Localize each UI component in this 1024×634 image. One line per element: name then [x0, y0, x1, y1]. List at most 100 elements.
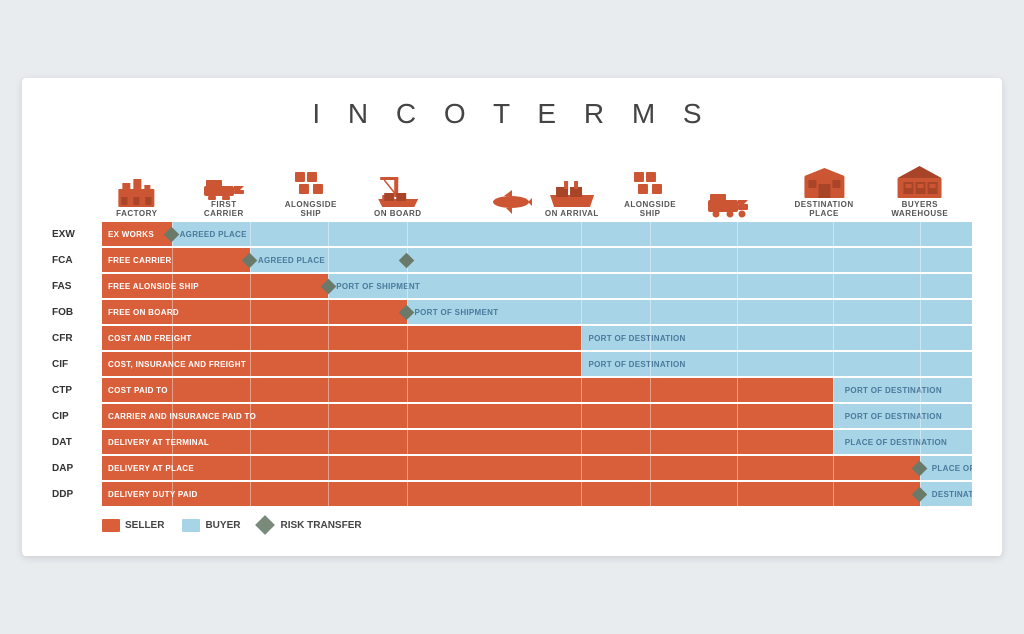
- buyer-segment: PLACE OF DESTINATION: [833, 430, 972, 454]
- icon-factory: FACTORY: [116, 175, 157, 218]
- icon-alongside-ship-left: ALONGSIDE SHIP: [285, 168, 337, 218]
- buyer-text: AGREED PLACE: [172, 230, 255, 239]
- risk-label: RISK TRANSFER: [280, 520, 361, 531]
- buyer-text: PORT OF SHIPMENT: [407, 308, 507, 317]
- seller-color-box: [102, 519, 120, 532]
- icon-truck: [706, 190, 750, 218]
- icon-on-arrival: ON ARRIVAL: [545, 179, 599, 218]
- buyer-segment: PORT OF SHIPMENT: [328, 274, 972, 298]
- inco-row: DAPDELIVERY AT PLACE PLACE OF DESTINATION: [52, 456, 972, 480]
- seller-text: DELIVERY AT PLACE: [102, 464, 200, 473]
- row-code: CIP: [52, 411, 102, 422]
- buyer-text: PLACE OF DESTINATION: [837, 438, 955, 447]
- bar-wrapper: DELIVERY DUTY PAID DESTINATION: [102, 482, 972, 506]
- buyer-text: AGREED PLACE: [250, 256, 333, 265]
- seller-segment: DELIVERY DUTY PAID: [102, 482, 920, 506]
- buyer-segment: AGREED PLACE: [250, 248, 972, 272]
- buyer-segment: PORT OF SHIPMENT: [407, 300, 973, 324]
- buyer-segment: PORT OF DESTINATION: [581, 326, 973, 350]
- row-code: CTP: [52, 385, 102, 396]
- bar-wrapper: DELIVERY AT TERMINAL PLACE OF DESTINATION: [102, 430, 972, 454]
- legend-risk: RISK TRANSFER: [258, 518, 361, 532]
- seller-text: DELIVERY DUTY PAID: [102, 490, 204, 499]
- row-code: FCA: [52, 255, 102, 266]
- buyer-label: BUYER: [205, 520, 240, 531]
- bar-wrapper: EX WORKS AGREED PLACE: [102, 222, 972, 246]
- buyer-text: PORT OF DESTINATION: [837, 412, 950, 421]
- buyer-segment: PORT OF DESTINATION: [581, 352, 973, 376]
- seller-segment: CARRIER AND INSURANCE PAID TO: [102, 404, 833, 428]
- seller-label: SELLER: [125, 520, 164, 531]
- seller-text: COST, INSURANCE AND FREIGHT: [102, 360, 252, 369]
- seller-segment: COST AND FREIGHT: [102, 326, 581, 350]
- seller-text: FREE ALONSIDE SHIP: [102, 282, 205, 291]
- main-card: I N C O T E R M S FACTORY: [22, 78, 1002, 556]
- row-code: DDP: [52, 489, 102, 500]
- inco-row: FOBFREE ON BOARD PORT OF SHIPMENT: [52, 300, 972, 324]
- row-code: EXW: [52, 229, 102, 240]
- on-board-label: ON BOARD: [374, 209, 422, 218]
- destination-place-label: DESTINATION PLACE: [795, 200, 854, 218]
- seller-text: FREE CARRIER: [102, 256, 178, 265]
- legend: SELLER BUYER RISK TRANSFER: [102, 518, 972, 532]
- buyer-text: PORT OF SHIPMENT: [328, 282, 428, 291]
- legend-buyer: BUYER: [182, 519, 240, 532]
- legend-seller: SELLER: [102, 519, 164, 532]
- inco-row: DDPDELIVERY DUTY PAID DESTINATION: [52, 482, 972, 506]
- seller-text: CARRIER AND INSURANCE PAID TO: [102, 412, 262, 421]
- icon-on-board: ON BOARD: [374, 175, 422, 218]
- seller-segment: COST PAID TO: [102, 378, 833, 402]
- icon-destination: DESTINATION PLACE: [795, 166, 854, 218]
- buyer-text: PORT OF DESTINATION: [581, 360, 694, 369]
- inco-row: DATDELIVERY AT TERMINAL PLACE OF DESTINAT…: [52, 430, 972, 454]
- page-title: I N C O T E R M S: [52, 98, 972, 130]
- seller-text: FREE ON BOARD: [102, 308, 185, 317]
- bar-wrapper: COST AND FREIGHT PORT OF DESTINATION: [102, 326, 972, 350]
- seller-segment: DELIVERY AT TERMINAL: [102, 430, 833, 454]
- buyer-text: DESTINATION: [924, 490, 972, 499]
- seller-text: COST AND FREIGHT: [102, 334, 198, 343]
- bar-wrapper: DELIVERY AT PLACE PLACE OF DESTINATION: [102, 456, 972, 480]
- inco-row: FCAFREE CARRIER AGREED PLACE: [52, 248, 972, 272]
- buyer-text: PORT OF DESTINATION: [581, 334, 694, 343]
- seller-segment: FREE ON BOARD: [102, 300, 407, 324]
- bar-wrapper: FREE ON BOARD PORT OF SHIPMENT: [102, 300, 972, 324]
- seller-segment: COST, INSURANCE AND FREIGHT: [102, 352, 581, 376]
- alongside-ship-left-label: ALONGSIDE SHIP: [285, 200, 337, 218]
- seller-text: DELIVERY AT TERMINAL: [102, 438, 215, 447]
- buyer-text: PORT OF DESTINATION: [837, 386, 950, 395]
- seller-text: COST PAID TO: [102, 386, 174, 395]
- bar-wrapper: COST, INSURANCE AND FREIGHT PORT OF DESTI…: [102, 352, 972, 376]
- row-code: FAS: [52, 281, 102, 292]
- buyer-color-box: [182, 519, 200, 532]
- inco-row: CFRCOST AND FREIGHT PORT OF DESTINATION: [52, 326, 972, 350]
- risk-diamond-legend: [256, 515, 276, 535]
- icon-alongside-ship-right: ALONGSIDE SHIP: [624, 168, 676, 218]
- seller-segment: FREE ALONSIDE SHIP: [102, 274, 328, 298]
- risk-diamond-fca2: [399, 252, 415, 268]
- inco-row: CIPCARRIER AND INSURANCE PAID TO PORT OF …: [52, 404, 972, 428]
- factory-label: FACTORY: [116, 209, 157, 218]
- icon-warehouse: BUYERS WAREHOUSE: [891, 164, 948, 218]
- bar-wrapper: CARRIER AND INSURANCE PAID TO PORT OF DES…: [102, 404, 972, 428]
- inco-row: CIFCOST, INSURANCE AND FREIGHTPORT OF DE…: [52, 352, 972, 376]
- inco-row: CTPCOST PAID TO PORT OF DESTINATION: [52, 378, 972, 402]
- buyers-warehouse-label: BUYERS WAREHOUSE: [891, 200, 948, 218]
- buyer-segment: PORT OF DESTINATION: [833, 378, 972, 402]
- row-code: CFR: [52, 333, 102, 344]
- bar-wrapper: FREE ALONSIDE SHIP PORT OF SHIPMENT: [102, 274, 972, 298]
- row-code: DAT: [52, 437, 102, 448]
- buyer-text: PLACE OF DESTINATION: [924, 464, 972, 473]
- on-arrival-label: ON ARRIVAL: [545, 209, 599, 218]
- row-code: DAP: [52, 463, 102, 474]
- buyer-segment: PORT OF DESTINATION: [833, 404, 972, 428]
- icon-first-carrier: FIRST CARRIER: [202, 172, 246, 218]
- bar-wrapper: COST PAID TO PORT OF DESTINATION: [102, 378, 972, 402]
- icon-plane: [490, 186, 532, 218]
- seller-segment: DELIVERY AT PLACE: [102, 456, 920, 480]
- seller-text: EX WORKS: [102, 230, 160, 239]
- row-code: FOB: [52, 307, 102, 318]
- seller-segment: EX WORKS: [102, 222, 172, 246]
- inco-row: EXWEX WORKS AGREED PLACE: [52, 222, 972, 246]
- first-carrier-label: FIRST CARRIER: [204, 200, 244, 218]
